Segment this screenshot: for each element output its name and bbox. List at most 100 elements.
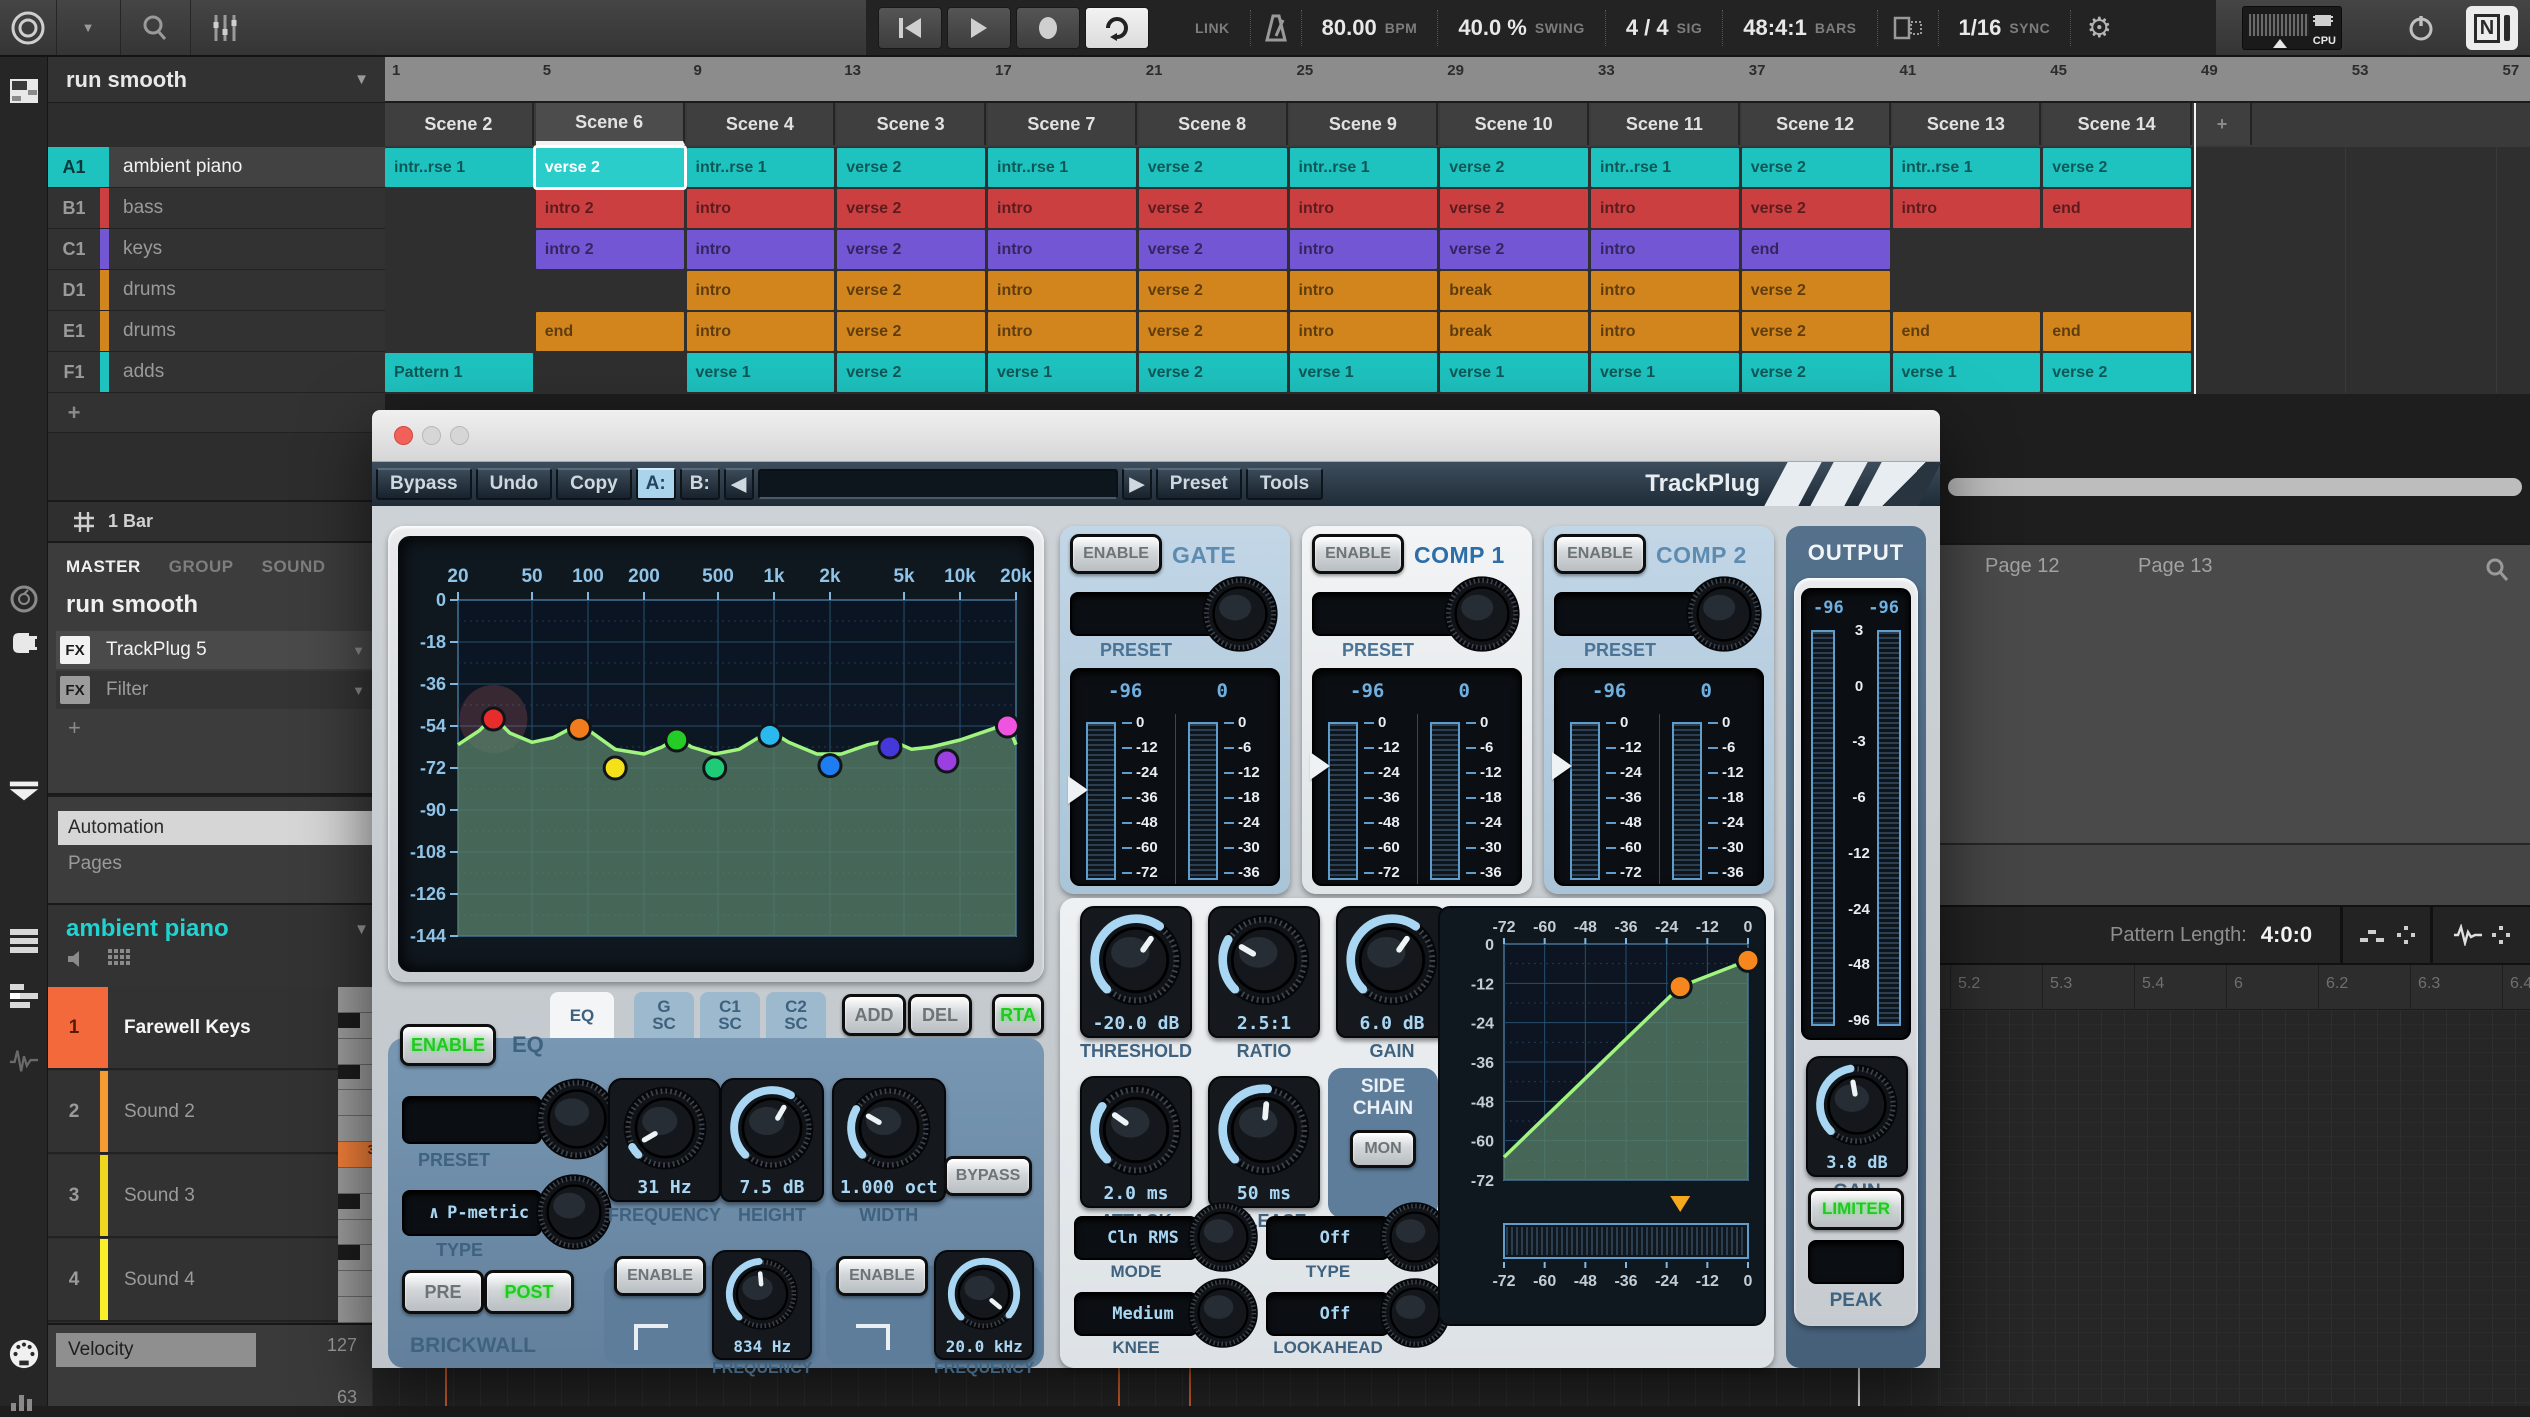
selector-mode[interactable]: Cln RMS [1074, 1216, 1198, 1260]
track-header-row[interactable]: D1drums [48, 270, 385, 311]
channel-icon[interactable] [8, 583, 40, 615]
pattern-cell[interactable]: intro [1591, 312, 1739, 351]
add-scene-button[interactable]: + [2194, 103, 2252, 145]
signature-field[interactable]: 4 / 4SIG [1606, 0, 1722, 55]
follow-icon[interactable] [1878, 6, 1938, 50]
link-button[interactable]: LINK [1175, 0, 1250, 55]
pattern-cell[interactable]: verse 1 [1440, 353, 1588, 392]
track-header-row[interactable]: A1ambient piano [48, 147, 385, 188]
pattern-cell[interactable]: intr..rse 1 [1591, 148, 1739, 187]
fx-slot[interactable]: FXTrackPlug 5▼ [56, 631, 377, 669]
preset-display[interactable] [1070, 592, 1220, 636]
scene-header[interactable]: Scene 12 [1742, 103, 1891, 145]
pattern-cell[interactable]: intro [988, 271, 1136, 310]
eq-type-knob[interactable] [534, 1172, 614, 1257]
preset-display[interactable] [1554, 592, 1704, 636]
pattern-cell[interactable]: verse 1 [1591, 353, 1739, 392]
tools-menu-button[interactable]: Tools [1246, 468, 1323, 500]
gate-threshold-slider[interactable] [1068, 776, 1088, 804]
velocity-parameter-chip[interactable]: Velocity [56, 1333, 256, 1367]
pattern-cell[interactable]: verse 2 [536, 148, 684, 187]
delete-band-button[interactable]: DEL [908, 994, 972, 1036]
bpm-field[interactable]: 80.00BPM [1302, 0, 1438, 55]
pattern-cell[interactable]: end [536, 312, 684, 351]
pattern-cell[interactable]: verse 1 [687, 353, 835, 392]
plugin-toolbar-b-button[interactable]: B: [680, 468, 720, 500]
pattern-cell[interactable]: verse 2 [1139, 189, 1287, 228]
zoom-window-button[interactable] [450, 426, 469, 445]
pattern-cell[interactable]: verse 2 [1742, 148, 1890, 187]
gate-threshold-slider[interactable] [1310, 752, 1330, 780]
pattern-cell[interactable]: intr..rse 1 [1290, 148, 1438, 187]
pattern-cell[interactable]: intro [1893, 189, 2041, 228]
ideas-view-icon[interactable] [8, 75, 40, 107]
loop-button[interactable] [1085, 7, 1149, 49]
maschine-logo-icon[interactable] [6, 0, 50, 55]
piano-roll-icon[interactable] [8, 980, 40, 1012]
page-13-tab[interactable]: Page 13 [2138, 555, 2213, 578]
pages-tab[interactable]: Pages [68, 853, 385, 875]
tab-master[interactable]: MASTER [66, 557, 141, 577]
pattern-cell[interactable]: intro [687, 271, 835, 310]
preset-name-field[interactable] [758, 469, 1118, 499]
pattern-cell[interactable]: intr..rse 1 [385, 148, 533, 187]
scene-header[interactable]: Scene 3 [837, 103, 986, 145]
pattern-cell[interactable]: break [1440, 271, 1588, 310]
pattern-cell[interactable]: verse 1 [988, 353, 1136, 392]
eq-preset-display[interactable] [402, 1096, 542, 1144]
plugin-toolbar-a-button[interactable]: A: [636, 468, 676, 500]
pattern-cell[interactable]: end [2043, 189, 2191, 228]
restart-button[interactable] [878, 7, 942, 49]
swing-field[interactable]: 40.0 %SWING [1438, 0, 1604, 55]
mixer-icon[interactable] [200, 0, 250, 55]
plugin-toolbar-copy-button[interactable]: Copy [556, 468, 632, 500]
plugin-icon[interactable] [8, 627, 40, 659]
track-header-row[interactable]: C1keys [48, 229, 385, 270]
comp-ratio-knob[interactable]: 2.5:1RATIO [1208, 906, 1320, 1062]
pattern-cell[interactable]: verse 2 [1139, 230, 1287, 269]
scene-header[interactable]: Scene 4 [687, 103, 836, 145]
grid-resolution-bar[interactable]: 1 Bar [48, 500, 385, 543]
pattern-cell[interactable]: intro [1290, 230, 1438, 269]
piano-roll-strip[interactable] [372, 1368, 1940, 1406]
pattern-cell[interactable]: verse 2 [1139, 148, 1287, 187]
pattern-cell[interactable]: intro [988, 230, 1136, 269]
power-icon[interactable] [2396, 0, 2446, 55]
enable-button[interactable]: ENABLE [1070, 534, 1162, 574]
close-window-button[interactable] [394, 426, 413, 445]
pattern-cell[interactable]: end [1893, 312, 2041, 351]
enable-button[interactable]: ENABLE [1554, 534, 1646, 574]
pattern-cell[interactable]: verse 2 [1742, 353, 1890, 392]
position-field[interactable]: 48:4:1BARS [1723, 0, 1876, 55]
pattern-ruler[interactable]: 5.25.35.466.26.36.4 [1940, 965, 2530, 1010]
record-button[interactable] [1016, 7, 1080, 49]
pattern-cell[interactable]: verse 2 [837, 189, 985, 228]
sync-field[interactable]: 1/16SYNC [1939, 0, 2071, 55]
selector-knee[interactable]: Medium [1074, 1292, 1198, 1336]
automation-tab[interactable]: Automation [58, 811, 375, 845]
pattern-editor-grid[interactable] [1940, 1010, 2530, 1406]
pattern-cell[interactable]: verse 2 [1742, 271, 1890, 310]
minimize-window-button[interactable] [422, 426, 441, 445]
scene-header[interactable]: Scene 9 [1290, 103, 1439, 145]
rta-button[interactable]: RTA [992, 994, 1044, 1036]
mon-button[interactable]: MON [1350, 1130, 1416, 1168]
selector-lookahead[interactable]: Off [1266, 1292, 1390, 1336]
pattern-length-mode-button[interactable] [2340, 907, 2430, 963]
pattern-length-value[interactable]: 4:0:0 [2261, 922, 2312, 948]
step-editor-icon[interactable] [8, 1385, 40, 1417]
pattern-cell[interactable]: verse 2 [1742, 312, 1890, 351]
prev-preset-icon[interactable]: ◀ [724, 468, 754, 500]
track-header-row[interactable]: F1adds [48, 352, 385, 393]
scene-header[interactable]: Scene 11 [1591, 103, 1740, 145]
keyboard-view-icon[interactable] [8, 925, 40, 957]
eq-frequency-knob[interactable]: 31 HzFREQUENCY [608, 1078, 721, 1226]
pattern-cell[interactable]: intr..rse 1 [988, 148, 1136, 187]
tab-sound[interactable]: SOUND [262, 557, 326, 577]
pattern-cell[interactable]: verse 2 [1139, 312, 1287, 351]
sound-row[interactable]: 4Sound 4 [48, 1239, 338, 1322]
fx-slot[interactable]: FXFilter▼ [56, 671, 377, 709]
tab-c1sc[interactable]: C1SC [700, 992, 760, 1038]
preset-knob[interactable] [1200, 574, 1280, 659]
page-12-tab[interactable]: Page 12 [1985, 555, 2060, 578]
